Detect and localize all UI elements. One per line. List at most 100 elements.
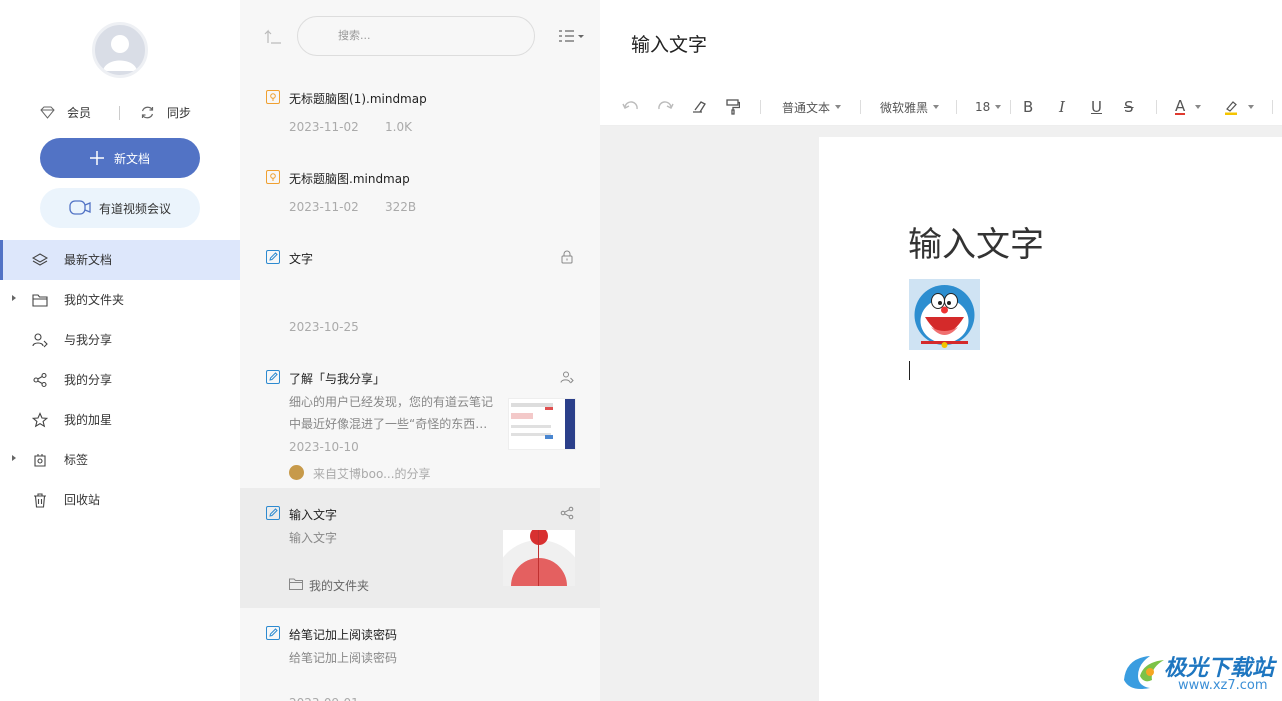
chevron-down-icon — [835, 105, 842, 109]
chevron-down-icon — [1195, 105, 1202, 109]
list-item-selected[interactable]: 输入文字 输入文字 我的文件夹 — [240, 488, 600, 608]
sidebar-item-trash[interactable]: 回收站 — [0, 480, 240, 520]
doc-size: 322B — [385, 200, 417, 214]
highlight-button[interactable] — [1224, 88, 1254, 126]
italic-icon: I — [1059, 98, 1065, 116]
sidebar-item-label: 与我分享 — [64, 333, 113, 347]
divider — [760, 100, 761, 114]
avatar[interactable] — [92, 22, 148, 78]
font-family-dropdown[interactable]: 微软雅黑 — [880, 88, 940, 126]
logo-swirl-icon — [1124, 656, 1164, 689]
divider — [1010, 100, 1011, 114]
paragraph-style-dropdown[interactable]: 普通文本 — [782, 88, 842, 126]
text-cursor — [909, 361, 910, 380]
doc-date: 2023-09-01 — [289, 696, 359, 701]
divider — [119, 106, 120, 120]
watermark-logo: 极光下载站 www.xz7.com — [1120, 648, 1280, 696]
highlighter-icon — [1225, 100, 1237, 115]
note-icon — [266, 370, 280, 384]
sync-icon — [141, 106, 154, 119]
sidebar-item-tags[interactable]: 标签 — [0, 440, 240, 480]
sidebar-item-label: 我的加星 — [64, 413, 113, 427]
search-input[interactable]: 搜索... — [297, 16, 535, 56]
sidebar-item-starred[interactable]: 我的加星 — [0, 400, 240, 440]
sidebar-item-latest-docs[interactable]: 最新文档 — [0, 240, 240, 280]
editor-panel: 输入文字 普通文本 微软雅黑 18 B I U S A 输入文字 — [600, 0, 1282, 701]
sync-button[interactable]: 同步 — [140, 104, 191, 121]
folder-icon — [32, 294, 48, 307]
chevron-down-icon — [1248, 105, 1254, 109]
divider — [1272, 100, 1273, 114]
font-color-icon: A — [1175, 97, 1186, 115]
italic-button[interactable]: I — [1059, 88, 1065, 126]
doc-summary: 细心的用户已经发现，您的有道云笔记中最近好像混进了一些“奇怪的东西… — [289, 395, 494, 431]
plus-icon — [89, 151, 104, 165]
expand-arrow-icon[interactable] — [12, 455, 16, 461]
video-meeting-button[interactable]: 有道视频会议 — [40, 188, 200, 228]
format-painter-icon[interactable] — [726, 99, 740, 115]
undo-icon[interactable] — [622, 100, 640, 114]
list-item[interactable]: 给笔记加上阅读密码 给笔记加上阅读密码 2023-09-01 — [240, 608, 600, 701]
sync-label: 同步 — [167, 106, 192, 120]
shared-with-me-icon — [32, 333, 48, 348]
doc-date: 2023-11-02 — [289, 120, 359, 134]
chevron-down-icon — [933, 105, 940, 109]
sidebar: 会员 同步 新文档 有道视频会议 最新文档 我的文件夹 与我分享 我的分享 我的… — [0, 0, 240, 701]
bold-icon: B — [1023, 98, 1034, 116]
doc-summary: 给笔记加上阅读密码 — [289, 651, 398, 665]
eraser-icon[interactable] — [692, 100, 708, 114]
sidebar-item-label: 标签 — [64, 453, 89, 467]
doc-thumbnail — [508, 398, 576, 450]
divider — [1156, 100, 1157, 114]
document-list-panel: 搜索... 无标题脑图(1).mindmap 2023-11-02 1.0K 无… — [240, 0, 600, 701]
strikethrough-icon: S — [1124, 98, 1134, 116]
diamond-icon — [40, 106, 55, 119]
doc-date: 2023-10-25 — [289, 320, 359, 334]
video-camera-icon — [69, 200, 91, 215]
lock-icon — [561, 250, 573, 264]
font-size-dropdown[interactable]: 18 — [975, 88, 1002, 126]
new-document-button[interactable]: 新文档 — [40, 138, 200, 178]
underline-button[interactable]: U — [1091, 88, 1102, 126]
view-list-icon[interactable] — [558, 28, 584, 44]
sidebar-item-shared-with-me[interactable]: 与我分享 — [0, 320, 240, 360]
expand-arrow-icon[interactable] — [12, 295, 16, 301]
list-item[interactable]: 无标题脑图.mindmap 2023-11-02 322B — [240, 152, 600, 232]
list-item[interactable]: 无标题脑图(1).mindmap 2023-11-02 1.0K — [240, 72, 600, 152]
document-title-input[interactable]: 输入文字 — [631, 30, 707, 57]
document-heading[interactable]: 输入文字 — [908, 217, 1044, 266]
sidebar-item-label: 回收站 — [64, 493, 101, 507]
doc-date: 2023-10-10 — [289, 440, 359, 454]
format-toolbar: 普通文本 微软雅黑 18 B I U S A — [600, 88, 1282, 126]
share-icon — [560, 506, 574, 520]
new-document-label: 新文档 — [113, 151, 150, 166]
video-meeting-label: 有道视频会议 — [98, 201, 171, 216]
sidebar-item-my-shares[interactable]: 我的分享 — [0, 360, 240, 400]
sort-up-icon[interactable] — [264, 28, 282, 44]
doraemon-image[interactable] — [909, 279, 980, 350]
doc-title: 给笔记加上阅读密码 — [289, 628, 398, 642]
note-icon — [266, 250, 280, 264]
doc-date: 2023-11-02 — [289, 200, 359, 214]
tag-icon — [34, 454, 46, 467]
list-toolbar: 搜索... — [240, 0, 600, 72]
document-page[interactable]: 输入文字 — [819, 137, 1282, 701]
sidebar-item-label: 我的文件夹 — [64, 293, 125, 307]
doc-title: 无标题脑图(1).mindmap — [289, 92, 427, 106]
shared-from-label: 来自艾博boo...的分享 — [313, 467, 431, 481]
list-item[interactable]: 了解「与我分享」 细心的用户已经发现，您的有道云笔记中最近好像混进了一些“奇怪的… — [240, 352, 600, 488]
redo-icon[interactable] — [656, 100, 674, 114]
vip-label: 会员 — [67, 106, 92, 120]
mindmap-icon — [266, 90, 280, 104]
font-color-button[interactable]: A — [1175, 88, 1202, 126]
doc-summary: 输入文字 — [289, 531, 338, 545]
vip-sync-row: 会员 同步 — [0, 104, 240, 124]
app-window: 会员 同步 新文档 有道视频会议 最新文档 我的文件夹 与我分享 我的分享 我的… — [0, 0, 1282, 701]
bold-button[interactable]: B — [1023, 88, 1033, 126]
chevron-down-icon — [995, 105, 1002, 109]
doc-title: 了解「与我分享」 — [289, 372, 386, 386]
strikethrough-button[interactable]: S — [1124, 88, 1134, 126]
list-item[interactable]: 文字 2023-10-25 — [240, 232, 600, 352]
sidebar-item-my-folders[interactable]: 我的文件夹 — [0, 280, 240, 320]
vip-button[interactable]: 会员 — [40, 104, 91, 121]
